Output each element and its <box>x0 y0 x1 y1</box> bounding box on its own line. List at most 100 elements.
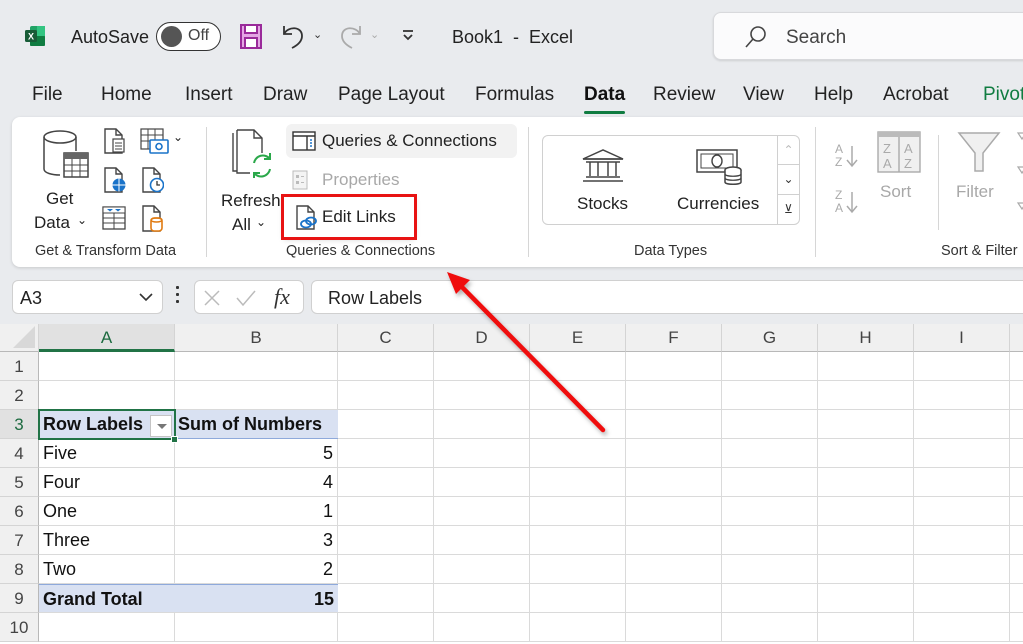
cell-g1[interactable] <box>722 352 818 381</box>
cell-a2[interactable] <box>39 381 175 410</box>
cell-e2[interactable] <box>530 381 626 410</box>
cell-g5[interactable] <box>722 468 818 497</box>
enter-icon[interactable] <box>235 289 257 307</box>
sort-a-to-z-icon[interactable]: A Z <box>832 141 862 171</box>
pivot-row-value[interactable]: 1 <box>175 497 338 526</box>
refresh-all-button[interactable]: Refresh All ⌄ <box>218 125 281 235</box>
pivot-grand-total-label[interactable]: Grand Total <box>39 584 175 613</box>
cell-g10[interactable] <box>722 613 818 642</box>
pivot-row-label[interactable]: Four <box>39 468 175 497</box>
tab-help[interactable]: Help <box>814 84 853 106</box>
pivot-row-value[interactable]: 3 <box>175 526 338 555</box>
cell-c9[interactable] <box>338 584 434 613</box>
cell-partial[interactable] <box>1010 410 1023 439</box>
column-header-f[interactable]: F <box>626 324 722 352</box>
cell-i2[interactable] <box>914 381 1010 410</box>
cell-d2[interactable] <box>434 381 530 410</box>
cell-h7[interactable] <box>818 526 914 555</box>
row-header-9[interactable]: 9 <box>0 584 39 613</box>
redo-icon[interactable] <box>338 22 364 50</box>
save-icon[interactable] <box>240 24 262 49</box>
cell-d10[interactable] <box>434 613 530 642</box>
existing-connections-icon[interactable] <box>142 205 164 233</box>
fill-handle[interactable] <box>171 436 178 443</box>
undo-icon[interactable] <box>280 22 306 50</box>
cell-a10[interactable] <box>39 613 175 642</box>
row-header-10[interactable]: 10 <box>0 613 39 642</box>
sort-z-to-a-icon[interactable]: Z A <box>832 187 862 217</box>
cell-g6[interactable] <box>722 497 818 526</box>
cell-partial[interactable] <box>1010 526 1023 555</box>
cell-g4[interactable] <box>722 439 818 468</box>
cell-e4[interactable] <box>530 439 626 468</box>
cell-e1[interactable] <box>530 352 626 381</box>
cell-i6[interactable] <box>914 497 1010 526</box>
pivot-row-label[interactable]: Three <box>39 526 175 555</box>
cell-f10[interactable] <box>626 613 722 642</box>
tab-file[interactable]: File <box>32 84 63 106</box>
currencies-button[interactable]: Currencies <box>665 144 775 220</box>
from-table-range-icon[interactable] <box>102 206 126 230</box>
chevron-down-icon[interactable] <box>138 289 154 305</box>
cell-g3[interactable] <box>722 410 818 439</box>
row-header-7[interactable]: 7 <box>0 526 39 555</box>
pivot-row-label[interactable]: Two <box>39 555 175 584</box>
cell-h1[interactable] <box>818 352 914 381</box>
cell-d7[interactable] <box>434 526 530 555</box>
row-header-4[interactable]: 4 <box>0 439 39 468</box>
cell-g7[interactable] <box>722 526 818 555</box>
from-web-icon[interactable] <box>104 167 126 193</box>
cell-a1[interactable] <box>39 352 175 381</box>
cell-i5[interactable] <box>914 468 1010 497</box>
cell-c6[interactable] <box>338 497 434 526</box>
filter-button[interactable]: Filter <box>952 125 1002 205</box>
cell-h6[interactable] <box>818 497 914 526</box>
column-header-g[interactable]: G <box>722 324 818 352</box>
pivot-row-value[interactable]: 5 <box>175 439 338 468</box>
cell-f6[interactable] <box>626 497 722 526</box>
cell-e7[interactable] <box>530 526 626 555</box>
pivot-grand-total-value[interactable]: 15 <box>175 584 338 613</box>
cell-b1[interactable] <box>175 352 338 381</box>
cell-partial[interactable] <box>1010 439 1023 468</box>
cell-f5[interactable] <box>626 468 722 497</box>
cell-i3[interactable] <box>914 410 1010 439</box>
tab-review[interactable]: Review <box>653 84 715 106</box>
cell-i7[interactable] <box>914 526 1010 555</box>
cell-e3[interactable] <box>530 410 626 439</box>
column-header-d[interactable]: D <box>434 324 530 352</box>
column-header-partial[interactable] <box>1010 324 1023 352</box>
queries-connections-button[interactable]: Queries & Connections <box>286 124 517 158</box>
cancel-icon[interactable] <box>203 289 221 307</box>
cell-partial[interactable] <box>1010 352 1023 381</box>
cell-b2[interactable] <box>175 381 338 410</box>
row-header-2[interactable]: 2 <box>0 381 39 410</box>
gallery-scroll-down-icon[interactable]: ⌄ <box>778 165 799 195</box>
from-picture-dropdown-icon[interactable]: ⌄ <box>173 130 183 144</box>
cell-g2[interactable] <box>722 381 818 410</box>
get-data-button[interactable]: Get Data ⌄ <box>32 125 92 235</box>
from-picture-icon[interactable] <box>140 128 170 154</box>
recent-sources-icon[interactable] <box>142 167 164 193</box>
cell-f2[interactable] <box>626 381 722 410</box>
cell-e6[interactable] <box>530 497 626 526</box>
cell-g8[interactable] <box>722 555 818 584</box>
select-all-button[interactable] <box>0 324 39 352</box>
cell-partial[interactable] <box>1010 381 1023 410</box>
cell-f3[interactable] <box>626 410 722 439</box>
row-header-5[interactable]: 5 <box>0 468 39 497</box>
tab-formulas[interactable]: Formulas <box>475 84 554 106</box>
cell-c7[interactable] <box>338 526 434 555</box>
cell-c3[interactable] <box>338 410 434 439</box>
cell-d8[interactable] <box>434 555 530 584</box>
cell-c2[interactable] <box>338 381 434 410</box>
advanced-filter-icons[interactable] <box>1016 131 1023 231</box>
tab-home[interactable]: Home <box>101 84 152 106</box>
cell-h9[interactable] <box>818 584 914 613</box>
pivot-header-sum[interactable]: Sum of Numbers <box>175 410 338 439</box>
tab-page-layout[interactable]: Page Layout <box>338 84 445 106</box>
formula-input[interactable]: Row Labels <box>311 280 1023 314</box>
name-box[interactable]: A3 <box>12 280 163 314</box>
insert-function-icon[interactable]: fx <box>274 284 290 310</box>
cell-partial[interactable] <box>1010 613 1023 642</box>
